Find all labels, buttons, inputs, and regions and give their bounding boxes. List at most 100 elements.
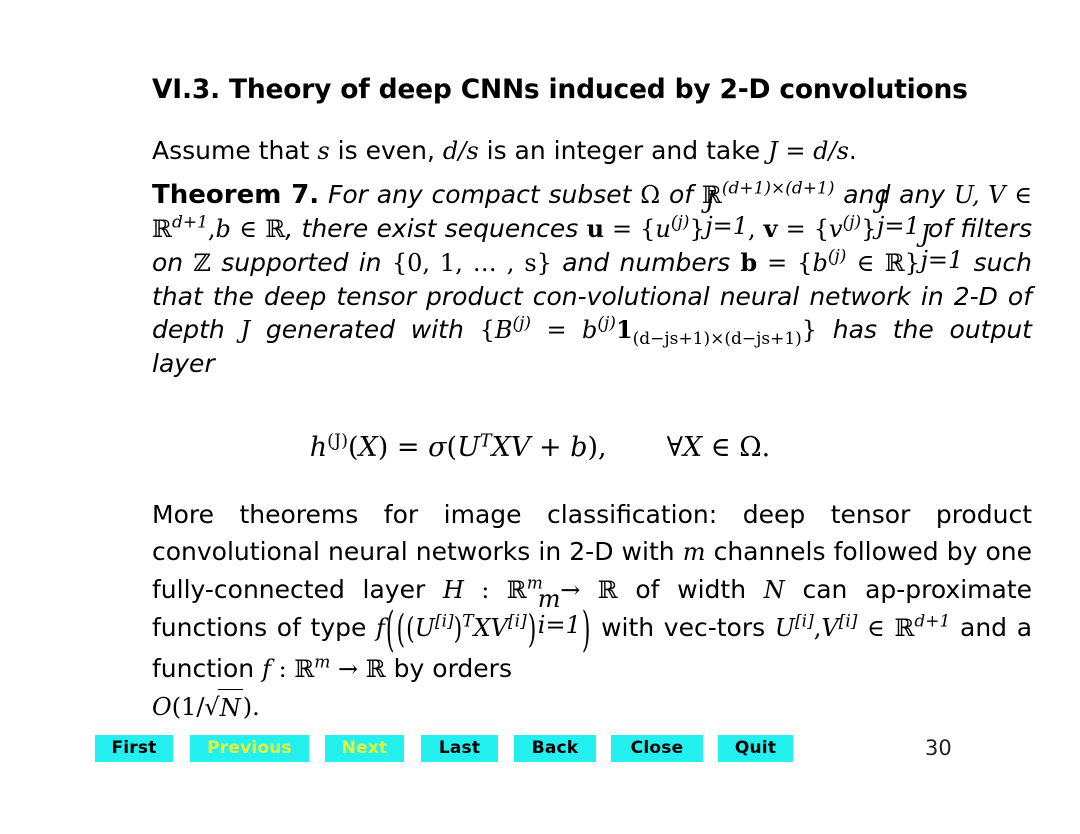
superscript-T: T (462, 611, 474, 632)
math-b: b (215, 215, 231, 243)
symbol-real-8: ℝ (294, 655, 315, 683)
nav-button-next[interactable]: Next (325, 735, 404, 762)
eq-h: h (309, 432, 328, 463)
symbol-real-3: ℝ (265, 215, 286, 243)
nav-button-close[interactable]: Close (611, 735, 703, 762)
math-d-over-s-2: d/s (813, 137, 849, 165)
navigation-bar: First Previous Next Last Back Close Quit (0, 735, 1080, 765)
symbol-real-2: ℝ (152, 215, 172, 243)
math-U-bracket-i: U (414, 614, 435, 642)
paragraph-theorem: Theorem 7. For any compact subset Ω of ℝ… (152, 178, 1033, 378)
eq-forall-x: X (682, 432, 711, 463)
superscript-j-5: (j) (597, 313, 616, 334)
more-text-5: with vec-tors (591, 613, 775, 642)
theorem-text-1: For any compact subset (328, 180, 641, 209)
superscript-bracket-i-2: [i] (508, 611, 527, 632)
math-order-close: ). (242, 693, 260, 721)
math-arrow-2: → (330, 655, 366, 683)
math-colon-2: : (270, 655, 295, 683)
big-paren-close: ) (581, 604, 591, 659)
symbol-element-of-3: ∈ (856, 249, 875, 277)
set-0-1-s: {0, 1, … , s} (391, 249, 552, 277)
theorem-text-2: of (660, 180, 702, 209)
math-order-open: (1/ (171, 693, 205, 721)
symbol-element-of-1: ∈ (1014, 181, 1032, 209)
math-bigO: O (152, 693, 172, 721)
eq-forall: ∀ (666, 432, 683, 463)
eq-sigma: σ (428, 432, 447, 463)
math-V-vec: V (821, 614, 839, 642)
eq-in: ∈ (710, 432, 731, 463)
math-J: J (768, 137, 778, 165)
math-N-width: N (763, 576, 785, 604)
page-title: VI.3. Theory of deep CNNs induced by 2-D… (152, 74, 968, 105)
math-order-N: N (217, 689, 243, 727)
math-J-depth: J (240, 316, 251, 344)
small-paren-close: ) (453, 612, 463, 647)
theorem-text-3: and any (834, 180, 954, 209)
math-u: u (655, 215, 671, 243)
assume-text-4: . (848, 136, 857, 165)
symbol-element-of-2: ∈ (239, 215, 257, 243)
math-bold-u: u (586, 214, 605, 243)
symbol-element-of-4: ∈ (867, 614, 885, 642)
limits-i-m: m i=1 (537, 584, 581, 639)
limits-b: Jj=1 (920, 219, 964, 274)
limits-u: Jj=1 (705, 185, 749, 240)
symbol-real-7: ℝ (894, 614, 915, 642)
assume-text-2: is even, (329, 136, 443, 165)
math-f-2: f (262, 655, 271, 683)
mid-paren-open: ( (396, 608, 406, 653)
theorem-text-9: generated with (250, 315, 480, 344)
superscript-bracket-i-1: [i] (434, 611, 454, 632)
assume-text-1: Assume that (152, 136, 318, 165)
symbol-real-9: ℝ (365, 655, 386, 683)
theorem-text-7: and numbers (551, 248, 741, 277)
superscript-bracket-i-3: [i] (795, 611, 814, 632)
page-number: 30 (925, 736, 952, 760)
symbol-integers: ℤ (193, 249, 211, 277)
superscript-m-2: m (314, 652, 331, 673)
math-equals: = (777, 137, 814, 165)
math-m-channels: m (682, 538, 706, 566)
theorem-label: Theorem 7. (152, 180, 320, 210)
symbol-real-5: ℝ (506, 576, 527, 604)
theorem-text-6: supported in (210, 248, 392, 277)
slide-canvas: VI.3. Theory of deep CNNs induced by 2-D… (0, 0, 1080, 834)
paragraph-more-theorems: More theorems for image classification: … (152, 496, 1032, 726)
superscript-j-4: (j) (512, 313, 532, 334)
exponent-d1-vec: d+1 (914, 611, 951, 632)
big-paren-open: ( (385, 604, 395, 659)
nav-button-back[interactable]: Back (514, 735, 596, 762)
math-U-vec: U (774, 614, 795, 642)
symbol-omega: Ω (640, 181, 661, 209)
eq-transpose: T (479, 431, 492, 452)
superscript-j-2: (j) (842, 212, 862, 233)
math-f-1: f (376, 614, 385, 642)
symbol-real-6: ℝ (597, 576, 618, 604)
nav-button-last[interactable]: Last (421, 735, 498, 762)
math-b-j: b (812, 249, 828, 277)
superscript-j-1: (j) (670, 212, 690, 233)
math-v: v (829, 215, 843, 243)
display-equation: h(J)(X) = σ(UTXV + b), ∀X ∈ Ω. (309, 431, 771, 463)
nav-button-first[interactable]: First (95, 735, 173, 762)
math-s: s (317, 137, 330, 165)
eq-h-superscript: (J) (327, 431, 348, 452)
paragraph-assume: Assume that s is even, d/s is an integer… (152, 134, 1032, 168)
exponent-d1-d1: (d+1)×(d+1) (721, 178, 835, 199)
mid-paren-close: ) (527, 608, 537, 653)
symbol-real-4: ℝ (884, 249, 905, 277)
math-bold-v: v (763, 214, 778, 243)
nav-button-quit[interactable]: Quit (718, 735, 793, 762)
math-colon-1: : (463, 576, 507, 604)
nav-button-previous[interactable]: Previous (190, 735, 309, 762)
math-d-over-s: d/s (442, 137, 479, 165)
eq-omega-end: Ω. (730, 432, 771, 463)
math-bold-b: b (740, 248, 758, 277)
math-H: H (442, 576, 464, 604)
subscript-dim: (d−js+1)×(d−js+1) (632, 329, 802, 349)
superscript-j-3: (j) (827, 246, 847, 267)
superscript-bracket-i-4: [i] (838, 611, 858, 632)
more-text-3: of width (617, 575, 764, 604)
